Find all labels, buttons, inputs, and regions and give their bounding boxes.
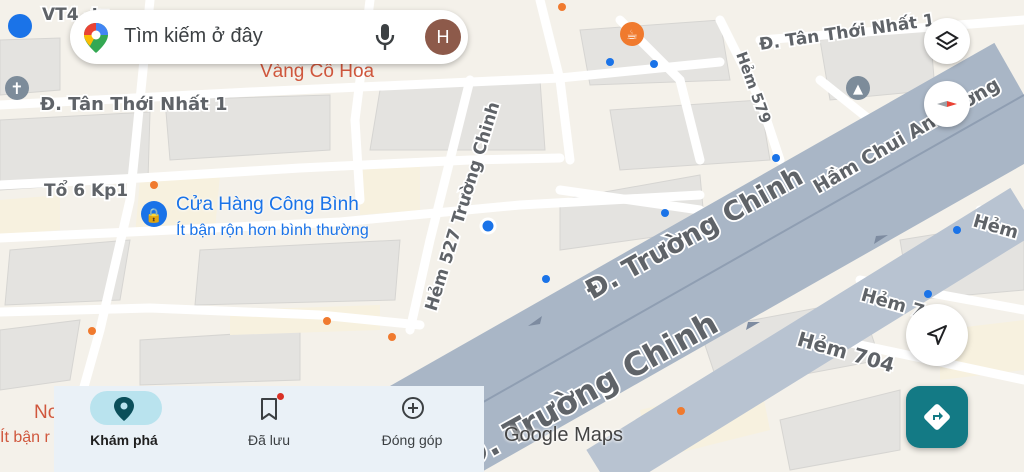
compass-button[interactable] xyxy=(924,81,970,127)
google-maps-logo: Google Maps xyxy=(504,424,623,447)
search-bar[interactable]: Tìm kiếm ở đây H xyxy=(70,10,468,64)
add-circle-icon xyxy=(402,397,424,419)
area-label-to6: Tổ 6 Kp1 xyxy=(44,179,128,201)
svg-text:☕: ☕ xyxy=(626,28,638,43)
nav-explore[interactable]: Khám phá xyxy=(54,386,194,472)
edge-left-label-b: Ít bận r xyxy=(0,427,50,446)
nav-explore-label: Khám phá xyxy=(90,432,158,448)
nav-contribute[interactable]: Đóng góp xyxy=(342,386,482,472)
bookmark-icon xyxy=(261,398,277,420)
microphone-icon[interactable] xyxy=(374,22,396,57)
notification-dot xyxy=(277,393,284,400)
search-input[interactable]: Tìm kiếm ở đây xyxy=(124,25,263,48)
layers-button[interactable] xyxy=(924,18,970,64)
poi-name[interactable]: Cửa Hàng Công Bình xyxy=(176,194,359,216)
svg-text:🔒: 🔒 xyxy=(145,208,162,224)
street-tan-thoi-nhat-1-left: Đ. Tân Thới Nhất 1 xyxy=(40,94,228,115)
layers-icon xyxy=(935,30,959,51)
logo-google: Google xyxy=(504,424,569,446)
nav-saved-label: Đã lưu xyxy=(247,432,291,448)
directions-icon xyxy=(924,404,950,430)
navigation-arrow-icon xyxy=(927,325,947,345)
svg-text:▲: ▲ xyxy=(853,82,863,97)
google-maps-pin-icon xyxy=(84,23,108,58)
nav-contribute-label: Đóng góp xyxy=(381,432,443,448)
nav-saved[interactable]: Đã lưu xyxy=(199,386,339,472)
compass-icon xyxy=(937,101,957,107)
bottom-navigation: Khám phá Đã lưu Đóng góp xyxy=(54,386,484,472)
my-location-button[interactable] xyxy=(906,304,968,366)
location-pin-icon xyxy=(114,397,134,421)
top-center-label: Vàng Cô Hoa xyxy=(260,61,375,82)
poi-status: Ít bận rộn hơn bình thường xyxy=(176,222,369,239)
avatar[interactable]: H xyxy=(425,19,461,55)
svg-text:✝: ✝ xyxy=(10,79,23,98)
directions-button[interactable] xyxy=(906,386,968,448)
logo-maps: Maps xyxy=(574,424,623,446)
